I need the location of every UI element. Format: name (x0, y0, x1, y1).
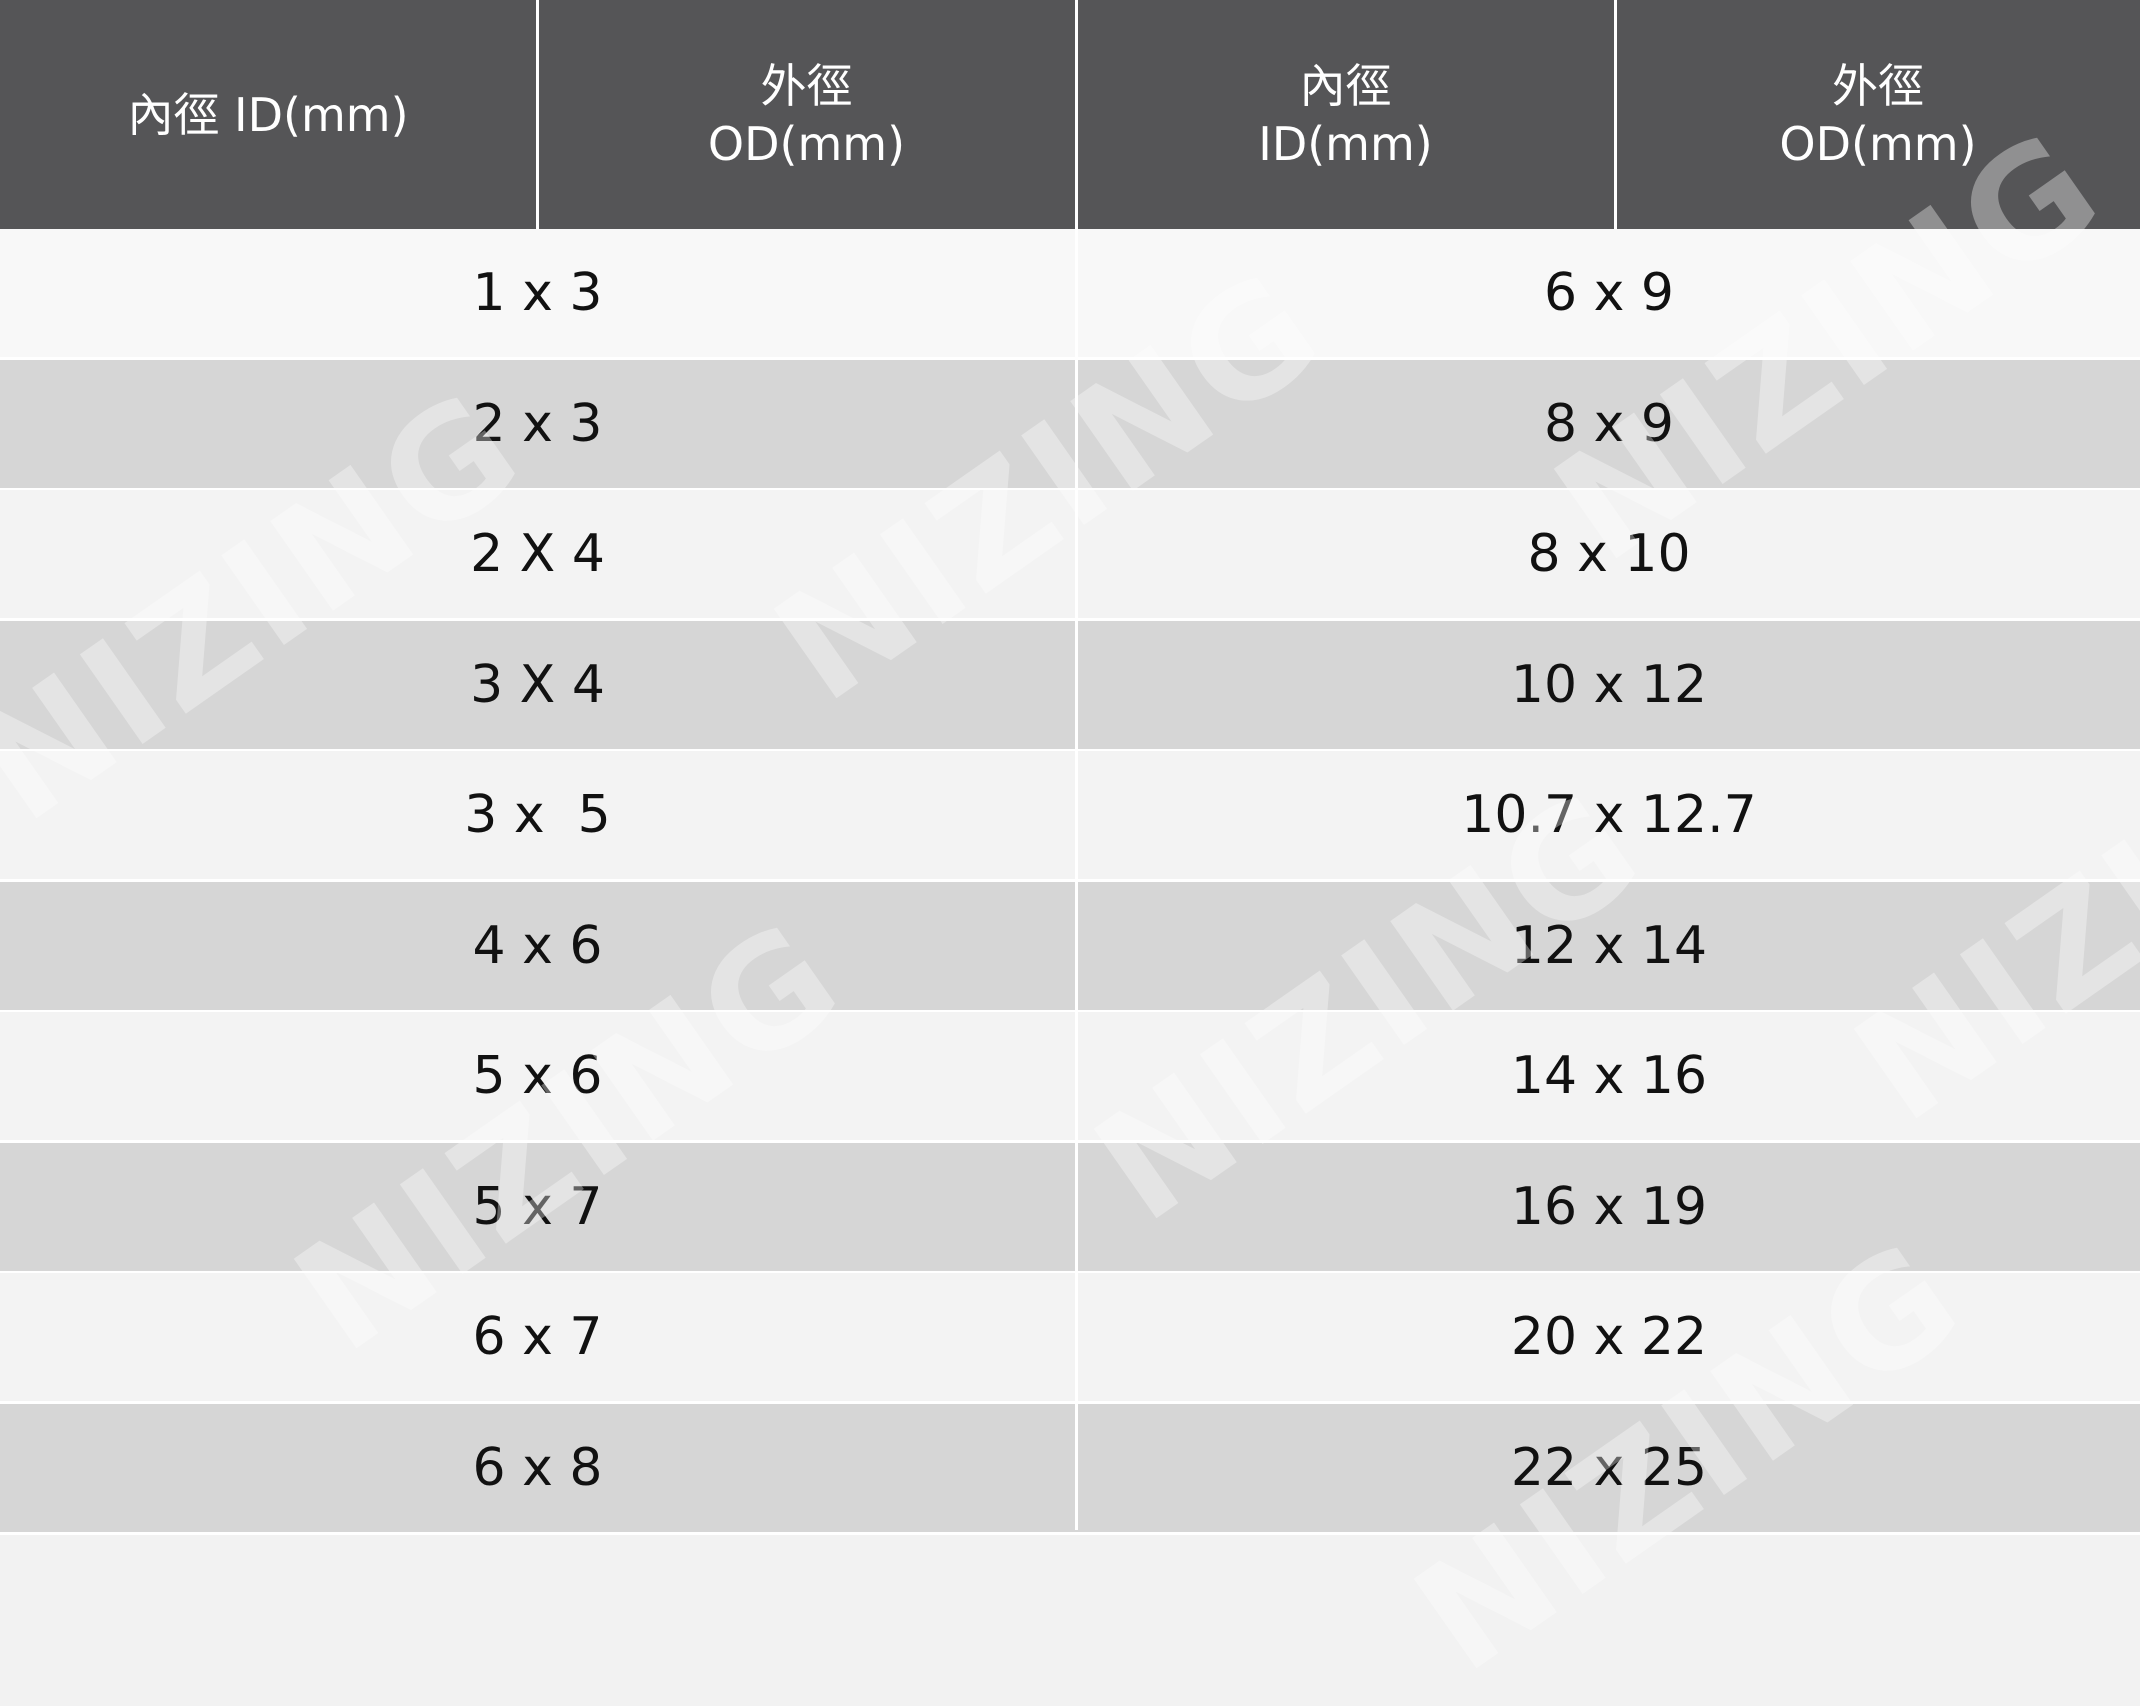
table-header: 內徑 ID(mm) 外徑 OD(mm) 內徑 ID(mm) 外徑 OD(mm) (0, 0, 2140, 229)
size-cell-right: 22 x 25 (1510, 1438, 1708, 1498)
header-od-mm-1: 外徑 OD(mm) (538, 0, 1075, 229)
size-cell-left: 6 x 8 (472, 1438, 603, 1498)
size-cell-left: 3 X 4 (470, 655, 605, 715)
table-row: 3 X 4 10 x 12 (0, 621, 2140, 752)
size-cell-left: 2 x 3 (472, 394, 603, 454)
table-row: 2 X 4 8 x 10 (0, 490, 2140, 621)
size-cell-left: 2 X 4 (470, 524, 605, 584)
size-cell-left: 1 x 3 (472, 263, 603, 323)
size-cell-right: 6 x 9 (1544, 263, 1674, 323)
header-od-mm-2: 外徑 OD(mm) (1616, 0, 2140, 229)
size-cell-right: 14 x 16 (1510, 1046, 1708, 1106)
header-id-mm-1: 內徑 ID(mm) (0, 0, 536, 229)
size-cell-right: 8 x 9 (1544, 394, 1674, 454)
table-row: 3 x 5 10.7 x 12.7 (0, 751, 2140, 882)
size-cell-right: 16 x 19 (1510, 1177, 1708, 1237)
header-label-cn: 外徑 (1832, 58, 1924, 113)
header-label-cn: 外徑 (760, 58, 853, 113)
size-cell-right: 20 x 22 (1510, 1307, 1708, 1367)
header-id-mm-2: 內徑 ID(mm) (1077, 0, 1614, 229)
size-cell-left: 5 x 7 (472, 1177, 603, 1237)
size-cell-left: 3 x 5 (464, 785, 611, 845)
header-label-unit: OD(mm) (1779, 116, 1977, 171)
table-row: 1 x 3 6 x 9 (0, 229, 2140, 360)
table-row: 6 x 8 22 x 25 (0, 1404, 2140, 1535)
size-cell-right: 12 x 14 (1510, 916, 1708, 976)
header-label: 內徑 ID(mm) (127, 87, 409, 142)
header-label-unit: OD(mm) (707, 116, 906, 171)
table-row: 6 x 7 20 x 22 (0, 1273, 2140, 1404)
header-label-unit: ID(mm) (1258, 116, 1433, 171)
table-row: 2 x 3 8 x 9 (0, 360, 2140, 491)
size-cell-right: 10.7 x 12.7 (1461, 785, 1757, 845)
table-row: 4 x 6 12 x 14 (0, 882, 2140, 1013)
size-table: 內徑 ID(mm) 外徑 OD(mm) 內徑 ID(mm) 外徑 OD(mm) … (0, 0, 2140, 1535)
size-cell-right: 10 x 12 (1510, 655, 1708, 715)
header-label-cn: 內徑 (1299, 58, 1392, 113)
table-row: 5 x 6 14 x 16 (0, 1012, 2140, 1143)
size-cell-left: 4 x 6 (472, 916, 603, 976)
column-divider (1075, 229, 1078, 1530)
size-cell-left: 6 x 7 (472, 1307, 603, 1367)
size-cell-right: 8 x 10 (1527, 524, 1691, 584)
size-cell-left: 5 x 6 (472, 1046, 603, 1106)
table-row: 5 x 7 16 x 19 (0, 1143, 2140, 1274)
